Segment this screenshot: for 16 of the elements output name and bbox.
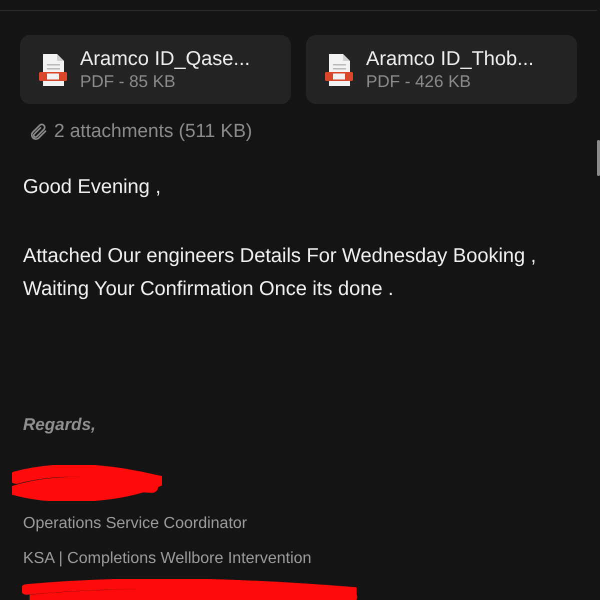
greeting-text: Good Evening ,: [23, 174, 162, 200]
signature-line: KSA | Completions Wellbore Intervention: [22, 549, 312, 569]
attachment-card[interactable]: Aramco ID_Thob... PDF - 426 KB: [306, 35, 577, 104]
closing-text: Regards,: [22, 414, 97, 436]
attachments-summary: 2 attachments (511 KB): [54, 120, 252, 144]
scrollbar-thumb[interactable]: [597, 140, 600, 176]
message-text: Attached Our engineers Details For Wednesday Booking , Waiting Your Confirmation Once its done .: [23, 244, 538, 302]
paperclip-icon: [28, 122, 48, 142]
signature-line: Operations Service Coordinator: [22, 514, 248, 534]
attachment-meta: PDF - 426 KB: [366, 71, 472, 92]
pdf-file-icon: [324, 52, 354, 88]
pdf-file-icon: [38, 52, 68, 88]
attachment-meta: PDF - 85 KB: [80, 71, 176, 92]
attachment-card[interactable]: Aramco ID_Qase... PDF - 85 KB: [20, 35, 291, 104]
attachment-name: Aramco ID_Thob...: [366, 47, 534, 71]
attachment-name: Aramco ID_Qase...: [80, 47, 250, 71]
